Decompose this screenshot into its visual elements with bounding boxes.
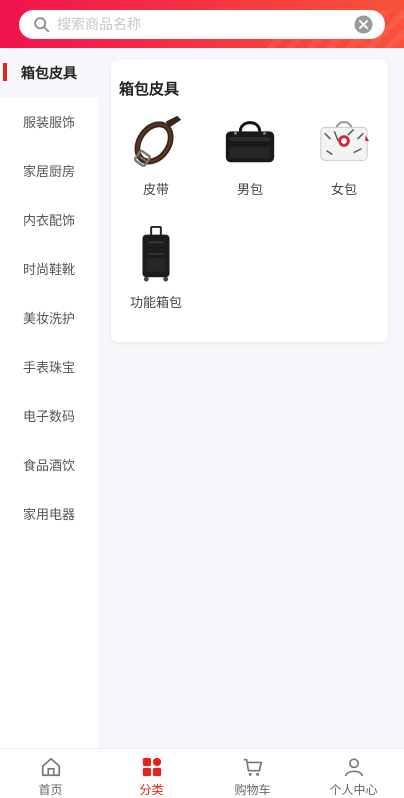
sidebar-item-beauty[interactable]: 美妆洗护 [0,293,98,342]
sidebar-item-label: 箱包皮具 [21,65,77,82]
sidebar-item-shoes[interactable]: 时尚鞋靴 [0,244,98,293]
product-label: 功能箱包 [129,296,182,311]
sidebar-item-label: 家用电器 [22,508,75,523]
sidebar-item-watches-jewelry[interactable]: 手表珠宝 [0,342,98,391]
clear-icon[interactable] [354,15,373,34]
sidebar-item-label: 食品酒饮 [22,459,75,474]
sidebar-item-label: 时尚鞋靴 [22,263,75,278]
sidebar-item-electronics[interactable]: 电子数码 [0,391,98,440]
product-belt[interactable]: 皮带 [111,112,201,198]
subcategory-card: 箱包皮具 皮带 男包 女包 功能箱包 [111,60,388,342]
womens-bag-icon [320,121,370,161]
product-luggage[interactable]: 功能箱包 [111,225,201,311]
tab-cart[interactable]: 购物车 [202,749,303,798]
subcategory-title: 箱包皮具 [119,80,180,98]
tab-category[interactable]: 分类 [101,749,202,798]
search-input[interactable] [57,10,347,39]
search-box[interactable] [19,10,385,39]
sidebar-item-appliances[interactable]: 家用电器 [0,489,98,538]
sidebar-item-label: 服装服饰 [22,116,75,131]
mens-bag-icon [225,121,275,163]
header [0,0,404,48]
luggage-icon [142,225,170,282]
category-content: 箱包皮具 皮带 男包 女包 功能箱包 [98,48,404,748]
sidebar-item-food-drinks[interactable]: 食品酒饮 [0,440,98,489]
tab-label: 购物车 [234,783,271,797]
tab-label: 个人中心 [329,783,378,797]
sidebar-item-label: 手表珠宝 [22,361,75,376]
tab-label: 分类 [139,783,164,797]
product-womens-bag[interactable]: 女包 [299,112,389,198]
user-icon [344,758,363,777]
cart-icon [243,758,262,776]
search-icon [34,17,50,33]
sidebar-item-home-kitchen[interactable]: 家居厨房 [0,146,98,195]
sidebar-item-label: 内衣配饰 [22,214,75,229]
tab-profile[interactable]: 个人中心 [303,749,404,798]
sidebar-item-underwear-accessories[interactable]: 内衣配饰 [0,195,98,244]
home-icon [41,757,60,777]
category-sidebar: 箱包皮具 服装服饰 家居厨房 内衣配饰 时尚鞋靴 美妆洗护 手表珠宝 电子数码 … [0,48,98,748]
sidebar-item-label: 电子数码 [22,410,75,425]
category-icon [142,757,161,777]
product-mens-bag[interactable]: 男包 [205,112,295,198]
tab-home[interactable]: 首页 [0,749,101,798]
sidebar-item-bags-leather[interactable]: 箱包皮具 [0,48,98,97]
sidebar-item-clothing[interactable]: 服装服饰 [0,97,98,146]
product-label: 男包 [236,183,263,198]
sidebar-item-label: 美妆洗护 [22,312,75,327]
product-label: 女包 [330,183,357,198]
belt-icon [133,115,182,167]
bottom-tab-bar: 首页 分类 购物车 个人中心 [0,748,404,798]
product-label: 皮带 [142,183,169,198]
tab-label: 首页 [38,783,63,797]
sidebar-item-label: 家居厨房 [22,165,75,180]
